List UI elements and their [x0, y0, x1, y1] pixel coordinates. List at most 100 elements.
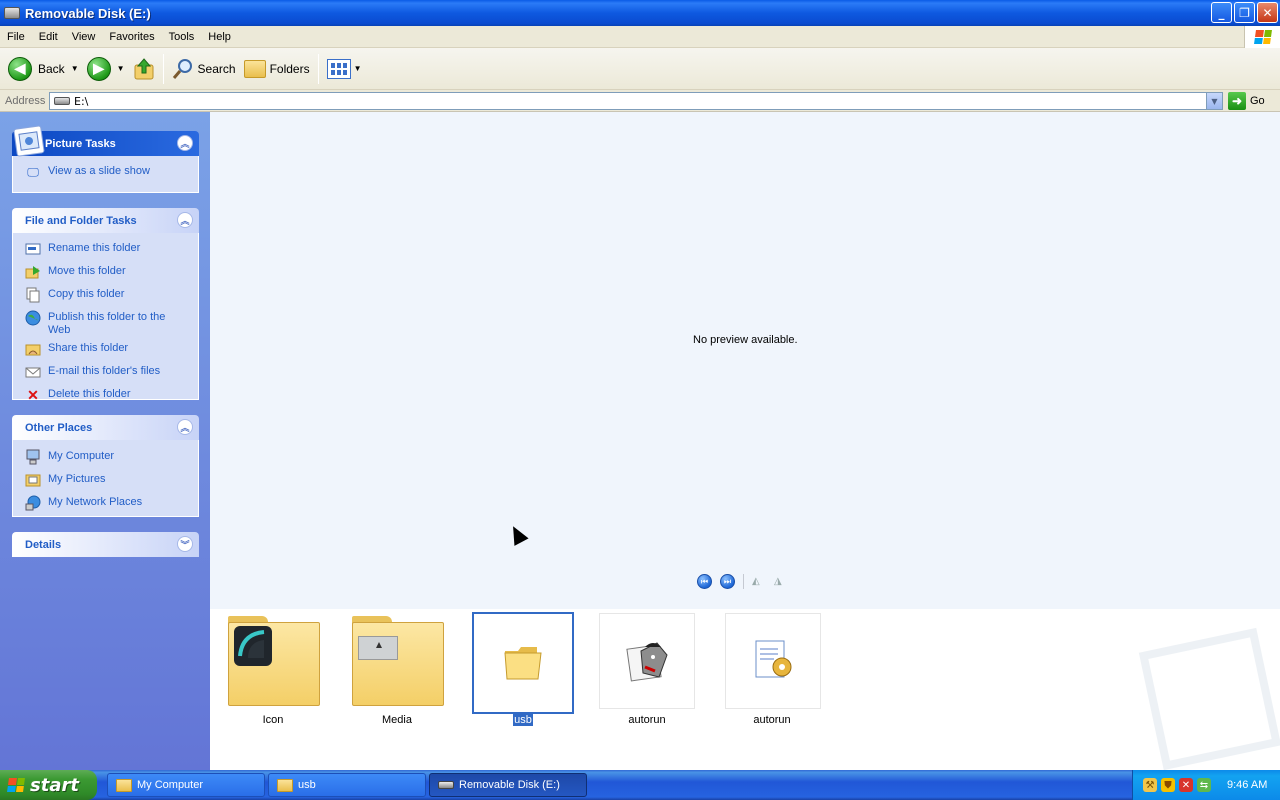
- drive-icon: [4, 7, 20, 19]
- autorun-icon-file-icon: [626, 642, 668, 682]
- rename-icon: [25, 241, 41, 257]
- picture-tasks-body: 🖵 View as a slide show: [12, 156, 199, 193]
- task-share-folder[interactable]: Share this folder: [25, 341, 190, 357]
- views-icon: [326, 58, 351, 79]
- up-button[interactable]: [129, 52, 159, 86]
- maximize-button[interactable]: ❐: [1234, 2, 1255, 23]
- details-title: Details: [25, 538, 62, 551]
- go-arrow-icon: ➜: [1228, 92, 1246, 110]
- taskbar: start My Computer usb Removable Disk (E:…: [0, 770, 1280, 800]
- folders-button[interactable]: Folders: [240, 52, 314, 86]
- file-name[interactable]: Media: [342, 714, 452, 726]
- search-label: Search: [197, 61, 236, 76]
- back-button[interactable]: ◀ Back ▼: [4, 52, 83, 86]
- window-title: Removable Disk (E:): [25, 5, 151, 21]
- place-my-computer[interactable]: My Computer: [25, 449, 190, 465]
- tray-network-icon[interactable]: ⇆: [1197, 778, 1211, 792]
- picture-tasks-title: Picture Tasks: [45, 137, 116, 150]
- file-name-selected[interactable]: usb: [468, 714, 578, 726]
- address-dropdown-icon[interactable]: ▼: [1206, 93, 1222, 109]
- go-button[interactable]: ➜ Go: [1228, 92, 1265, 110]
- menu-tools[interactable]: Tools: [162, 31, 202, 43]
- collapse-chevron-icon[interactable]: ︽: [177, 135, 193, 151]
- menu-favorites[interactable]: Favorites: [102, 31, 161, 43]
- views-dropdown-icon[interactable]: ▼: [354, 64, 362, 73]
- taskbar-button-removable-disk[interactable]: Removable Disk (E:): [429, 773, 587, 797]
- title-bar[interactable]: Removable Disk (E:) _ ❐ ✕: [0, 0, 1280, 26]
- task-rename-folder[interactable]: Rename this folder: [25, 241, 190, 257]
- folders-icon: [243, 59, 266, 78]
- taskbar-button-label: My Computer: [137, 779, 204, 791]
- folder-icon: [352, 616, 444, 706]
- file-thumbnail[interactable]: [599, 613, 695, 709]
- address-label: Address: [5, 94, 46, 107]
- taskbar-button-my-computer[interactable]: My Computer: [107, 773, 265, 797]
- task-copy-folder[interactable]: Copy this folder: [25, 287, 190, 303]
- task-view-slideshow[interactable]: 🖵 View as a slide show: [25, 164, 190, 180]
- file-folder-tasks-header[interactable]: File and Folder Tasks ︽: [12, 208, 199, 233]
- system-tray: ⚒ ⛊ ✕ ⇆ 9:46 AM: [1132, 770, 1280, 800]
- file-name[interactable]: Icon: [218, 714, 328, 726]
- file-thumbnail[interactable]: [725, 613, 821, 709]
- other-places-header[interactable]: Other Places ︽: [12, 415, 199, 440]
- task-delete-folder[interactable]: ✕ Delete this folder: [25, 387, 190, 403]
- preview-area: No preview available. ⏮ ⏭ ◭ ◮: [210, 112, 1280, 609]
- menu-edit[interactable]: Edit: [32, 31, 65, 43]
- taskbar-button-label: Removable Disk (E:): [459, 779, 560, 791]
- file-name[interactable]: autorun: [592, 714, 702, 726]
- picture-icon: [13, 125, 45, 157]
- email-icon: [25, 364, 41, 380]
- other-places-panel: Other Places ︽ My Computer My Pictures M…: [12, 415, 199, 517]
- expand-chevron-icon[interactable]: ︾: [177, 536, 193, 552]
- rotate-clockwise-icon[interactable]: ◭: [752, 576, 766, 588]
- menu-help[interactable]: Help: [201, 31, 238, 43]
- collapse-chevron-icon[interactable]: ︽: [177, 419, 193, 435]
- place-my-pictures[interactable]: My Pictures: [25, 472, 190, 488]
- task-move-folder[interactable]: Move this folder: [25, 264, 190, 280]
- forward-button[interactable]: ▶ ▼: [83, 52, 129, 86]
- previous-image-button[interactable]: ⏮: [697, 574, 712, 589]
- collapse-chevron-icon[interactable]: ︽: [177, 212, 193, 228]
- next-image-button[interactable]: ⏭: [720, 574, 735, 589]
- forward-dropdown-icon[interactable]: ▼: [117, 64, 125, 73]
- file-thumbnail[interactable]: [350, 613, 446, 709]
- windows-logo-icon: [7, 778, 25, 792]
- address-value[interactable]: E:\: [74, 95, 88, 108]
- file-folder-tasks-title: File and Folder Tasks: [25, 214, 137, 227]
- place-my-network[interactable]: My Network Places: [25, 495, 190, 511]
- picture-tasks-header[interactable]: Picture Tasks ︽: [12, 125, 199, 157]
- controls-separator: [743, 574, 744, 589]
- views-button[interactable]: ▼: [323, 52, 366, 86]
- task-publish-folder[interactable]: Publish this folder to the Web: [25, 310, 190, 337]
- globe-icon: [25, 310, 41, 326]
- task-email-files[interactable]: E-mail this folder's files: [25, 364, 190, 380]
- minimize-button[interactable]: _: [1211, 2, 1232, 23]
- picture-tasks-panel: Picture Tasks ︽ 🖵 View as a slide show: [12, 125, 199, 193]
- start-button[interactable]: start: [0, 770, 97, 800]
- tray-security-alert-icon[interactable]: ✕: [1179, 778, 1193, 792]
- task-label: View as a slide show: [48, 165, 150, 177]
- file-folder-tasks-body: Rename this folder Move this folder Copy…: [12, 233, 199, 403]
- folder-icon: [504, 647, 542, 680]
- file-thumbnail[interactable]: [226, 613, 322, 709]
- tray-tool-icon[interactable]: ⚒: [1143, 778, 1157, 792]
- search-button[interactable]: Search: [168, 52, 240, 86]
- back-dropdown-icon[interactable]: ▼: [71, 64, 79, 73]
- menu-view[interactable]: View: [65, 31, 103, 43]
- file-thumbnail-selected[interactable]: [472, 612, 574, 714]
- toolbar-separator: [317, 53, 319, 84]
- menu-file[interactable]: File: [0, 31, 32, 43]
- address-input[interactable]: E:\ ▼: [49, 92, 1223, 110]
- task-label: E-mail this folder's files: [48, 365, 161, 377]
- close-button[interactable]: ✕: [1257, 2, 1278, 23]
- taskbar-button-usb[interactable]: usb: [268, 773, 426, 797]
- share-icon: [25, 341, 41, 357]
- rotate-counterclockwise-icon[interactable]: ◮: [774, 576, 788, 588]
- details-header[interactable]: Details ︾: [12, 532, 199, 557]
- tray-shield-icon[interactable]: ⛊: [1161, 778, 1175, 792]
- back-arrow-icon: ◀: [8, 56, 32, 81]
- network-icon: [25, 495, 41, 511]
- windows-logo-icon: [1244, 26, 1280, 48]
- file-name[interactable]: autorun: [717, 714, 827, 726]
- clock[interactable]: 9:46 AM: [1227, 779, 1267, 791]
